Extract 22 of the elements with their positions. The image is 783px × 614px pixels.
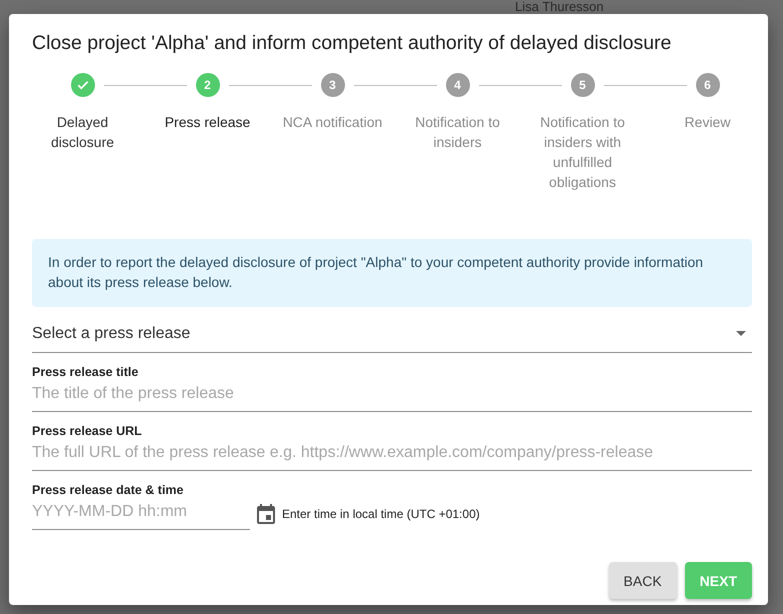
field-label: Press release date & time	[32, 483, 184, 497]
field-label: Press release URL	[32, 424, 143, 438]
field-label: Press release title	[32, 365, 140, 379]
calendar-icon[interactable]	[256, 502, 276, 524]
dropdown-caret-icon	[736, 331, 746, 336]
step-number: 4	[446, 73, 470, 97]
step-label: NCA notification	[282, 113, 382, 132]
step-label: Notification to insiders	[414, 113, 501, 152]
step-label: Notification to insiders with unfulfilled obligations	[539, 113, 626, 192]
step-number: 6	[696, 73, 720, 97]
step-label: Review	[684, 113, 730, 132]
step-label: Press release	[164, 113, 250, 132]
press-release-select[interactable]: Select a press release	[32, 315, 752, 353]
dialog-title: Close project 'Alpha' and inform competent authority of delayed disclosure	[32, 32, 672, 55]
time-zone-hint: Enter time in local time (UTC +01:00)	[282, 506, 480, 520]
step-number: 3	[320, 73, 344, 97]
info-message: In order to report the delayed disclosure of project "Alpha" to your competent authority provide information about its press release below.	[32, 239, 752, 307]
step-number: 2	[196, 73, 220, 97]
step-number: 5	[570, 73, 594, 97]
user-name: Lisa Thuresson	[515, 0, 604, 14]
back-button[interactable]: BACK	[608, 562, 677, 599]
step-label: Delayed disclosure	[50, 113, 116, 152]
